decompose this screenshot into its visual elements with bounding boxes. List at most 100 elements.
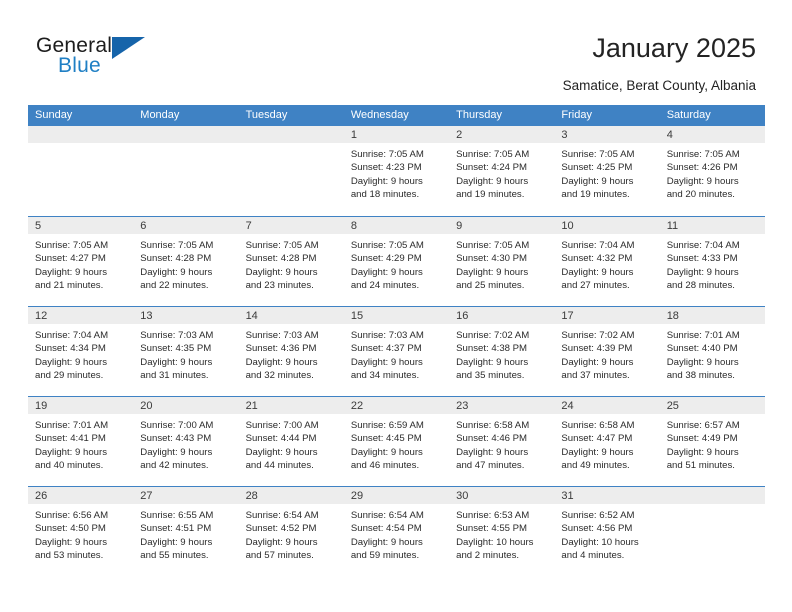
- calendar-day-cell[interactable]: 12 Sunrise: 7:04 AM Sunset: 4:34 PM Dayligh…: [28, 307, 134, 396]
- calendar-day-cell[interactable]: 24 Sunrise: 6:58 AM Sunset: 4:47 PM Dayligh…: [554, 397, 660, 486]
- calendar-day-cell[interactable]: 22 Sunrise: 6:59 AM Sunset: 4:45 PM Dayligh…: [343, 397, 450, 486]
- day-sun-info: Sunrise: 7:01 AM Sunset: 4:40 PM Daylight:…: [660, 324, 765, 383]
- daylight-duration-line2: and 20 minutes.: [666, 189, 735, 201]
- daylight-duration-line1: Daylight: 9 hours: [561, 446, 634, 458]
- daylight-duration-line1: Daylight: 9 hours: [456, 446, 529, 458]
- sunrise-time: Sunrise: 7:04 AM: [666, 240, 740, 251]
- daylight-duration-line2: and 57 minutes.: [245, 550, 314, 562]
- day-sun-info: Sunrise: 7:03 AM Sunset: 4:37 PM Daylight:…: [344, 324, 449, 383]
- sunset-time: Sunset: 4:34 PM: [35, 343, 106, 355]
- sunrise-time: Sunrise: 7:03 AM: [245, 330, 319, 341]
- sunrise-time: Sunrise: 7:03 AM: [140, 330, 214, 341]
- day-sun-info: Sunrise: 6:54 AM Sunset: 4:54 PM Daylight:…: [344, 504, 449, 563]
- calendar-day-cell[interactable]: 19 Sunrise: 7:01 AM Sunset: 4:41 PM Dayligh…: [28, 397, 134, 486]
- brand-name-blue: Blue: [58, 54, 101, 77]
- daylight-duration-line2: and 23 minutes.: [245, 280, 314, 292]
- sunrise-time: Sunrise: 7:02 AM: [456, 330, 530, 341]
- calendar-day-cell[interactable]: 31 Sunrise: 6:52 AM Sunset: 4:56 PM Dayligh…: [554, 487, 660, 576]
- day-number: 14: [238, 307, 344, 324]
- calendar-day-cell[interactable]: 14 Sunrise: 7:03 AM Sunset: 4:36 PM Dayligh…: [238, 307, 344, 396]
- day-sun-info: Sunrise: 7:05 AM Sunset: 4:28 PM Daylight:…: [133, 234, 238, 293]
- calendar-day-cell[interactable]: 26 Sunrise: 6:56 AM Sunset: 4:50 PM Dayligh…: [28, 487, 134, 576]
- daylight-duration-line1: Daylight: 9 hours: [456, 356, 529, 368]
- calendar-day-cell[interactable]: 6 Sunrise: 7:05 AM Sunset: 4:28 PM Daylight…: [133, 217, 239, 306]
- daylight-duration-line2: and 35 minutes.: [456, 370, 525, 382]
- calendar-day-cell[interactable]: 28 Sunrise: 6:54 AM Sunset: 4:52 PM Dayligh…: [238, 487, 344, 576]
- calendar-day-cell[interactable]: 9 Sunrise: 7:05 AM Sunset: 4:30 PM Daylight…: [449, 217, 555, 306]
- daylight-duration-line1: Daylight: 9 hours: [245, 446, 318, 458]
- calendar-day-cell[interactable]: 17 Sunrise: 7:02 AM Sunset: 4:39 PM Dayligh…: [554, 307, 660, 396]
- calendar-day-cell[interactable]: 21 Sunrise: 7:00 AM Sunset: 4:44 PM Dayligh…: [238, 397, 344, 486]
- calendar-day-cell[interactable]: 1 Sunrise: 7:05 AM Sunset: 4:23 PM Daylight…: [343, 126, 450, 216]
- sunset-time: Sunset: 4:35 PM: [140, 343, 212, 355]
- sunrise-time: Sunrise: 6:58 AM: [561, 420, 635, 431]
- sunset-time: Sunset: 4:37 PM: [350, 343, 422, 355]
- calendar-day-cell[interactable]: 29 Sunrise: 6:54 AM Sunset: 4:54 PM Dayligh…: [343, 487, 450, 576]
- daylight-duration-line1: Daylight: 10 hours: [456, 536, 534, 548]
- day-number: 23: [449, 397, 555, 414]
- calendar-day-cell[interactable]: 11 Sunrise: 7:04 AM Sunset: 4:33 PM Dayligh…: [659, 217, 765, 306]
- day-sun-info: Sunrise: 7:04 AM Sunset: 4:33 PM Daylight:…: [660, 234, 765, 293]
- day-number: 31: [554, 487, 660, 504]
- calendar-day-cell[interactable]: 10 Sunrise: 7:04 AM Sunset: 4:32 PM Dayligh…: [554, 217, 660, 306]
- brand-logo[interactable]: General Blue: [36, 34, 236, 86]
- daylight-duration-line2: and 25 minutes.: [456, 280, 525, 292]
- calendar-day-cell[interactable]: 20 Sunrise: 7:00 AM Sunset: 4:43 PM Dayligh…: [133, 397, 239, 486]
- sunrise-time: Sunrise: 7:04 AM: [561, 240, 635, 251]
- day-number: [659, 487, 765, 504]
- sunrise-time: Sunrise: 7:05 AM: [666, 149, 740, 160]
- calendar-day-cell[interactable]: 5 Sunrise: 7:05 AM Sunset: 4:27 PM Daylight…: [28, 217, 134, 306]
- daylight-duration-line1: Daylight: 9 hours: [561, 266, 634, 278]
- calendar-day-cell[interactable]: 15 Sunrise: 7:03 AM Sunset: 4:37 PM Dayligh…: [343, 307, 450, 396]
- calendar-day-cell[interactable]: 25 Sunrise: 6:57 AM Sunset: 4:49 PM Dayligh…: [659, 397, 765, 486]
- page-subtitle-location: Samatice, Berat County, Albania: [562, 78, 756, 93]
- day-number: 29: [343, 487, 450, 504]
- daylight-duration-line2: and 38 minutes.: [666, 370, 735, 382]
- day-sun-info: Sunrise: 7:05 AM Sunset: 4:24 PM Daylight:…: [449, 143, 554, 202]
- daylight-duration-line1: Daylight: 9 hours: [666, 266, 739, 278]
- day-sun-info: Sunrise: 7:01 AM Sunset: 4:41 PM Daylight:…: [28, 414, 133, 473]
- calendar-day-cell[interactable]: 16 Sunrise: 7:02 AM Sunset: 4:38 PM Dayligh…: [449, 307, 555, 396]
- sunset-time: Sunset: 4:30 PM: [456, 253, 528, 265]
- day-sun-info: Sunrise: 7:05 AM Sunset: 4:27 PM Daylight:…: [28, 234, 133, 293]
- calendar-day-cell[interactable]: 8 Sunrise: 7:05 AM Sunset: 4:29 PM Daylight…: [343, 217, 450, 306]
- daylight-duration-line2: and 55 minutes.: [140, 550, 209, 562]
- calendar-day-cell[interactable]: 4 Sunrise: 7:05 AM Sunset: 4:26 PM Daylight…: [659, 126, 765, 216]
- day-number: 6: [133, 217, 239, 234]
- calendar-week-row: 26 Sunrise: 6:56 AM Sunset: 4:50 PM Dayligh…: [28, 486, 765, 576]
- day-sun-info: Sunrise: 6:58 AM Sunset: 4:46 PM Daylight:…: [449, 414, 554, 473]
- sunset-time: Sunset: 4:45 PM: [350, 433, 422, 445]
- daylight-duration-line2: and 44 minutes.: [245, 460, 314, 472]
- sunset-time: Sunset: 4:44 PM: [245, 433, 317, 445]
- day-number: 13: [133, 307, 239, 324]
- calendar-day-cell[interactable]: 7 Sunrise: 7:05 AM Sunset: 4:28 PM Daylight…: [238, 217, 344, 306]
- daylight-duration-line1: Daylight: 9 hours: [35, 356, 107, 368]
- calendar-day-cell[interactable]: 18 Sunrise: 7:01 AM Sunset: 4:40 PM Dayligh…: [659, 307, 765, 396]
- sunrise-time: Sunrise: 7:05 AM: [350, 149, 424, 160]
- calendar-day-cell[interactable]: 30 Sunrise: 6:53 AM Sunset: 4:55 PM Dayligh…: [449, 487, 555, 576]
- sunrise-time: Sunrise: 7:00 AM: [245, 420, 319, 431]
- sunset-time: Sunset: 4:56 PM: [561, 523, 633, 535]
- daylight-duration-line1: Daylight: 9 hours: [350, 175, 423, 187]
- daylight-duration-line1: Daylight: 9 hours: [666, 356, 739, 368]
- calendar-day-cell[interactable]: 3 Sunrise: 7:05 AM Sunset: 4:25 PM Daylight…: [554, 126, 660, 216]
- daylight-duration-line1: Daylight: 9 hours: [561, 175, 634, 187]
- calendar-weeks: 1 Sunrise: 7:05 AM Sunset: 4:23 PM Daylight…: [28, 126, 765, 576]
- weekday-header-tuesday: Tuesday: [245, 109, 288, 121]
- daylight-duration-line2: and 19 minutes.: [456, 189, 525, 201]
- sunrise-time: Sunrise: 7:05 AM: [350, 240, 424, 251]
- sunrise-time: Sunrise: 7:05 AM: [245, 240, 319, 251]
- daylight-duration-line2: and 47 minutes.: [456, 460, 525, 472]
- weekday-header-wednesday: Wednesday: [350, 109, 409, 121]
- calendar-day-cell[interactable]: 2 Sunrise: 7:05 AM Sunset: 4:24 PM Daylight…: [449, 126, 555, 216]
- calendar-day-cell[interactable]: 13 Sunrise: 7:03 AM Sunset: 4:35 PM Dayligh…: [133, 307, 239, 396]
- daylight-duration-line1: Daylight: 9 hours: [666, 175, 739, 187]
- day-number: 19: [28, 397, 134, 414]
- sunset-time: Sunset: 4:51 PM: [140, 523, 212, 535]
- calendar-day-cell[interactable]: 23 Sunrise: 6:58 AM Sunset: 4:46 PM Dayligh…: [449, 397, 555, 486]
- sunrise-time: Sunrise: 7:02 AM: [561, 330, 635, 341]
- daylight-duration-line1: Daylight: 9 hours: [140, 356, 213, 368]
- day-sun-info: Sunrise: 7:05 AM Sunset: 4:23 PM Daylight:…: [344, 143, 449, 202]
- calendar-day-cell[interactable]: 27 Sunrise: 6:55 AM Sunset: 4:51 PM Dayligh…: [133, 487, 239, 576]
- sunset-time: Sunset: 4:33 PM: [666, 253, 738, 265]
